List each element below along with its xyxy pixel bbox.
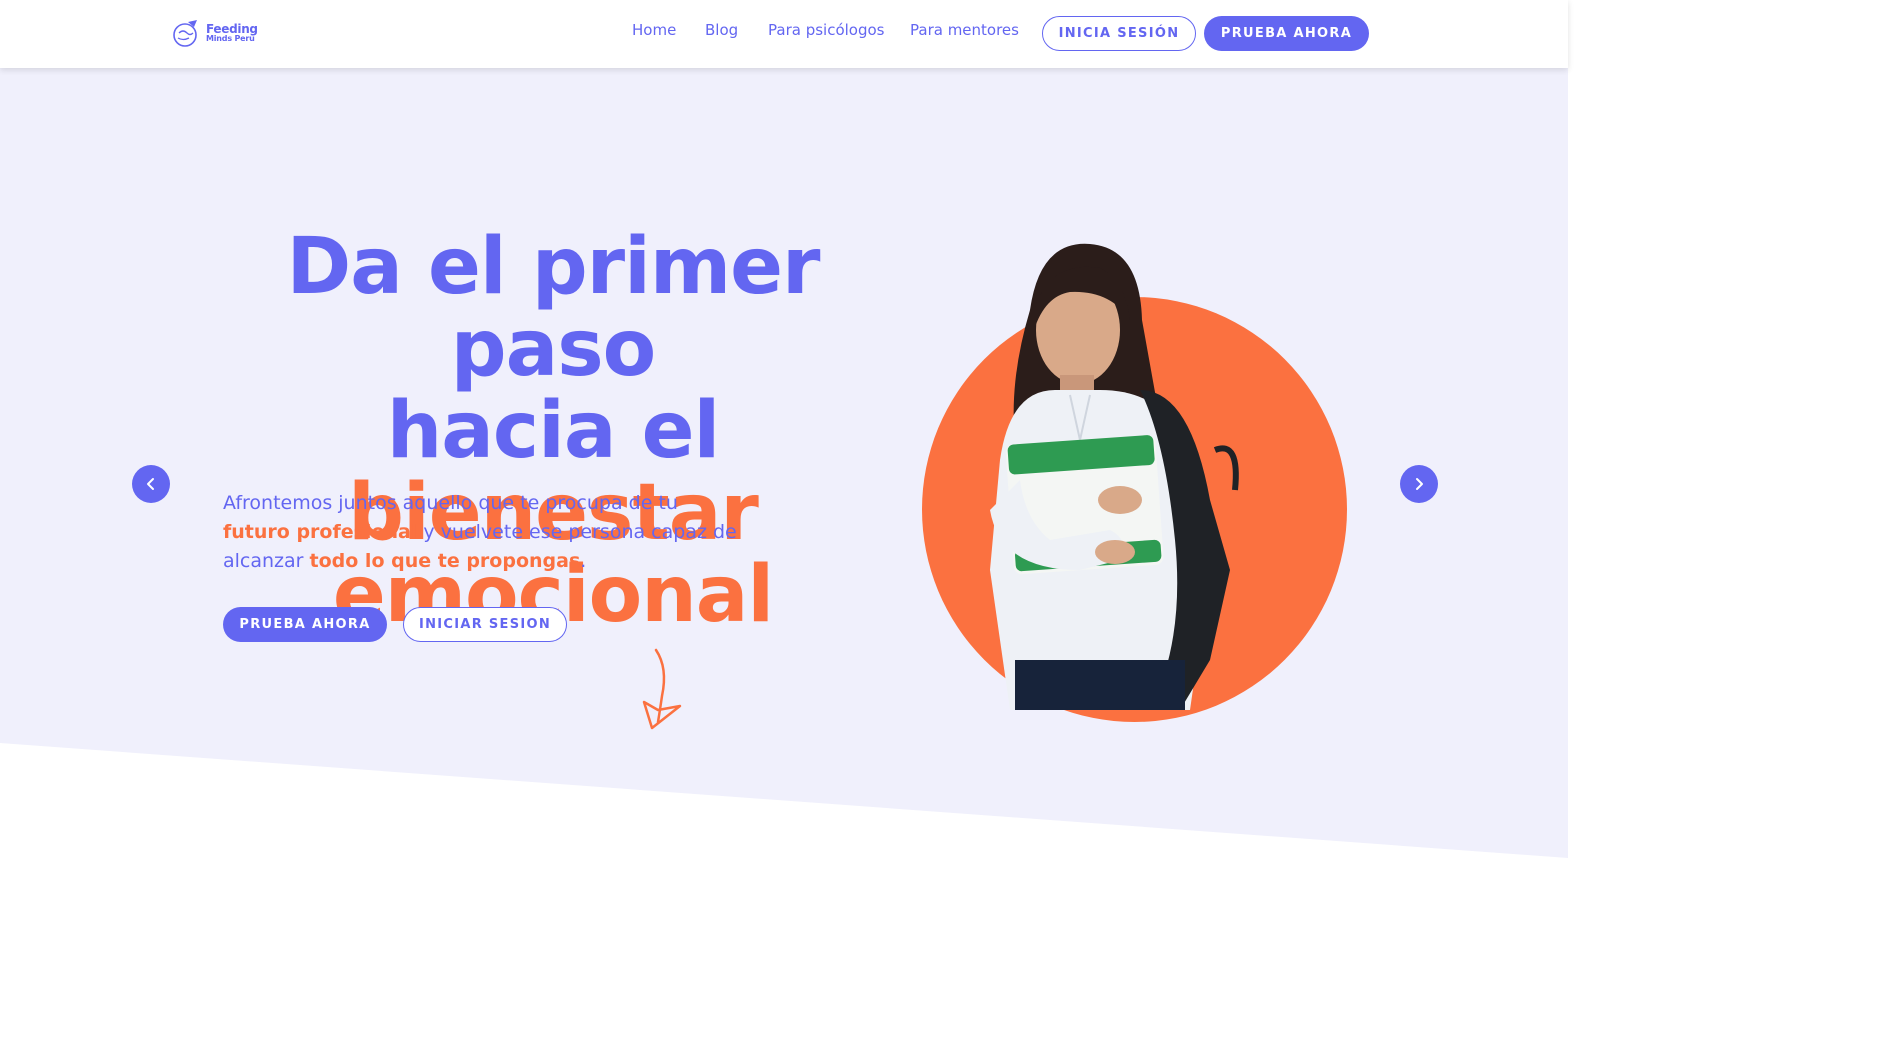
- subtext-end: .: [580, 550, 587, 572]
- nav-home[interactable]: Home: [632, 21, 676, 39]
- carousel-prev-button[interactable]: [132, 465, 170, 503]
- headline-line1: Da el primer paso: [286, 222, 820, 394]
- subtext-highlight-todo: todo lo que te propongas: [309, 550, 581, 572]
- nav-para-psicologos[interactable]: Para psicólogos: [768, 21, 884, 39]
- brain-logo-icon: [173, 20, 197, 47]
- header-login-button[interactable]: INICIA SESIÓN: [1042, 16, 1196, 51]
- hero-subtext: Afrontemos juntos aquello que te procupa…: [223, 489, 743, 576]
- hero-login-button[interactable]: INICIAR SESION: [403, 607, 567, 642]
- subtext-part1: Afrontemos juntos aquello que te procupa…: [223, 492, 678, 514]
- headline-line2: hacia el: [386, 386, 721, 476]
- student-photo: [990, 243, 1239, 710]
- logo-text-line2: Minds Peru: [206, 34, 255, 43]
- subtext-highlight-futuro: futuro profesional: [223, 521, 418, 543]
- logo[interactable]: Feeding Minds Peru: [172, 18, 258, 48]
- chevron-right-icon: [1416, 478, 1423, 490]
- site-header: Feeding Minds Peru Home Blog Para psicól…: [0, 0, 1568, 68]
- nav-blog[interactable]: Blog: [705, 21, 738, 39]
- nav-para-mentores[interactable]: Para mentores: [910, 21, 1019, 39]
- chevron-left-icon: [147, 478, 154, 490]
- scribble-arrow-icon: [642, 648, 682, 730]
- carousel-next-button[interactable]: [1400, 465, 1438, 503]
- header-try-now-button[interactable]: PRUEBA AHORA: [1204, 16, 1369, 51]
- hero-try-now-button[interactable]: PRUEBA AHORA: [223, 607, 387, 642]
